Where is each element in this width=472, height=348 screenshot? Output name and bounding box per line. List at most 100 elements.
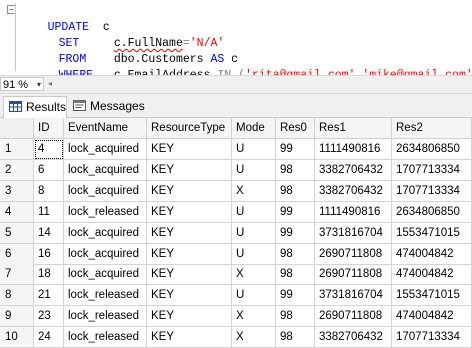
cell-eventname[interactable]: lock_acquired xyxy=(64,222,147,244)
cell-res1[interactable]: 3382706432 xyxy=(315,327,392,348)
row-number[interactable]: 2 xyxy=(0,159,34,181)
cell-res0[interactable]: 98 xyxy=(276,264,315,286)
cell-resourcetype[interactable]: KEY xyxy=(147,327,232,348)
cell-res2[interactable]: 1553471015 xyxy=(392,285,472,307)
table-row[interactable]: 8 21 lock_released KEY U 99 3731816704 15534710… xyxy=(0,285,472,307)
sql-editor[interactable]: − UPDATE c SET c.FullName='N/A' FROM dbo… xyxy=(0,0,472,82)
cell-resourcetype[interactable]: KEY xyxy=(147,180,232,202)
cell-resourcetype[interactable]: KEY xyxy=(147,285,232,307)
cell-eventname[interactable]: lock_released xyxy=(64,201,147,223)
cell-eventname[interactable]: lock_acquired xyxy=(64,139,147,160)
column-header-resourcetype[interactable]: ResourceType xyxy=(147,118,232,139)
cell-id[interactable]: 8 xyxy=(34,180,64,202)
table-row[interactable]: 1 4 lock_acquired KEY U 99 1111490816 263480685… xyxy=(0,139,472,160)
table-row[interactable]: 2 6 lock_acquired KEY U 98 3382706432 170771333… xyxy=(0,159,472,181)
cell-mode[interactable]: U xyxy=(232,285,276,307)
cell-resourcetype[interactable]: KEY xyxy=(147,139,232,160)
cell-id[interactable]: 18 xyxy=(34,264,64,286)
cell-res2[interactable]: 1707713334 xyxy=(392,159,472,181)
cell-id[interactable]: 24 xyxy=(34,327,64,348)
cell-res1[interactable]: 3731816704 xyxy=(315,285,392,307)
cell-eventname[interactable]: lock_acquired xyxy=(64,180,147,202)
cell-mode[interactable]: X xyxy=(232,327,276,348)
cell-res2[interactable]: 474004842 xyxy=(392,264,472,286)
grid-corner[interactable] xyxy=(0,118,34,139)
column-header-res0[interactable]: Res0 xyxy=(276,118,315,139)
cell-res0[interactable]: 98 xyxy=(276,327,315,348)
cell-eventname[interactable]: lock_released xyxy=(64,327,147,348)
cell-id[interactable]: 21 xyxy=(34,285,64,307)
cell-res1[interactable]: 1111490816 xyxy=(315,201,392,223)
scroll-left-icon[interactable]: ◂ xyxy=(48,79,56,89)
row-number[interactable]: 9 xyxy=(0,306,34,328)
row-number[interactable]: 10 xyxy=(0,327,34,348)
table-row[interactable]: 9 23 lock_released KEY X 98 2690711808 47400484… xyxy=(0,306,472,328)
cell-mode[interactable]: U xyxy=(232,243,276,265)
cell-eventname[interactable]: lock_released xyxy=(64,306,147,328)
row-number[interactable]: 1 xyxy=(0,139,34,160)
cell-res0[interactable]: 98 xyxy=(276,243,315,265)
cell-resourcetype[interactable]: KEY xyxy=(147,264,232,286)
cell-mode[interactable]: U xyxy=(232,222,276,244)
cell-id[interactable]: 16 xyxy=(34,243,64,265)
cell-mode[interactable]: U xyxy=(232,139,276,160)
column-header-res2[interactable]: Res2 xyxy=(392,118,472,139)
row-number[interactable]: 7 xyxy=(0,264,34,286)
cell-resourcetype[interactable]: KEY xyxy=(147,243,232,265)
cell-mode[interactable]: X xyxy=(232,180,276,202)
row-number[interactable]: 6 xyxy=(0,243,34,265)
cell-res0[interactable]: 98 xyxy=(276,306,315,328)
cell-eventname[interactable]: lock_acquired xyxy=(64,243,147,265)
column-header-eventname[interactable]: EventName xyxy=(64,118,147,139)
cell-mode[interactable]: X xyxy=(232,306,276,328)
cell-res2[interactable]: 1553471015 xyxy=(392,222,472,244)
column-header-mode[interactable]: Mode xyxy=(232,118,276,139)
table-row[interactable]: 6 16 lock_acquired KEY U 98 2690711808 47400484… xyxy=(0,243,472,265)
cell-id[interactable]: 23 xyxy=(34,306,64,328)
column-header-res1[interactable]: Res1 xyxy=(315,118,392,139)
column-header-id[interactable]: ID xyxy=(34,118,64,139)
zoom-dropdown[interactable]: 91 % ▾ xyxy=(0,77,44,91)
cell-resourcetype[interactable]: KEY xyxy=(147,306,232,328)
cell-res2[interactable]: 2634806850 xyxy=(392,201,472,223)
cell-res0[interactable]: 99 xyxy=(276,285,315,307)
cell-res0[interactable]: 98 xyxy=(276,159,315,181)
table-row[interactable]: 4 11 lock_released KEY U 99 1111490816 26348068… xyxy=(0,201,472,223)
cell-res0[interactable]: 99 xyxy=(276,139,315,160)
cell-res2[interactable]: 2634806850 xyxy=(392,139,472,160)
cell-eventname[interactable]: lock_released xyxy=(64,285,147,307)
cell-res0[interactable]: 98 xyxy=(276,180,315,202)
cell-id[interactable]: 14 xyxy=(34,222,64,244)
table-row[interactable]: 7 18 lock_acquired KEY X 98 2690711808 47400484… xyxy=(0,264,472,286)
cell-eventname[interactable]: lock_acquired xyxy=(64,264,147,286)
cell-mode[interactable]: X xyxy=(232,264,276,286)
tab-results[interactable]: Results xyxy=(3,96,67,118)
cell-mode[interactable]: U xyxy=(232,159,276,181)
cell-eventname[interactable]: lock_acquired xyxy=(64,159,147,181)
row-number[interactable]: 8 xyxy=(0,285,34,307)
cell-res2[interactable]: 474004842 xyxy=(392,306,472,328)
cell-resourcetype[interactable]: KEY xyxy=(147,201,232,223)
table-row[interactable]: 10 24 lock_released KEY X 98 3382706432 1707713… xyxy=(0,327,472,348)
cell-res2[interactable]: 474004842 xyxy=(392,243,472,265)
table-row[interactable]: 5 14 lock_acquired KEY U 99 3731816704 15534710… xyxy=(0,222,472,244)
row-number[interactable]: 5 xyxy=(0,222,34,244)
cell-resourcetype[interactable]: KEY xyxy=(147,159,232,181)
cell-res2[interactable]: 1707713334 xyxy=(392,180,472,202)
row-number[interactable]: 3 xyxy=(0,180,34,202)
cell-res1[interactable]: 3382706432 xyxy=(315,180,392,202)
cell-res1[interactable]: 3731816704 xyxy=(315,222,392,244)
cell-res1[interactable]: 1111490816 xyxy=(315,139,392,160)
cell-res1[interactable]: 2690711808 xyxy=(315,306,392,328)
cell-res1[interactable]: 3382706432 xyxy=(315,159,392,181)
cell-res1[interactable]: 2690711808 xyxy=(315,243,392,265)
cell-mode[interactable]: U xyxy=(232,201,276,223)
results-grid[interactable]: ID EventName ResourceType Mode Res0 Res1… xyxy=(0,118,472,348)
cell-id[interactable]: 6 xyxy=(34,159,64,181)
cell-resourcetype[interactable]: KEY xyxy=(147,222,232,244)
cell-res2[interactable]: 1707713334 xyxy=(392,327,472,348)
row-number[interactable]: 4 xyxy=(0,201,34,223)
cell-res1[interactable]: 2690711808 xyxy=(315,264,392,286)
cell-id[interactable]: 11 xyxy=(34,201,64,223)
cell-res0[interactable]: 99 xyxy=(276,201,315,223)
